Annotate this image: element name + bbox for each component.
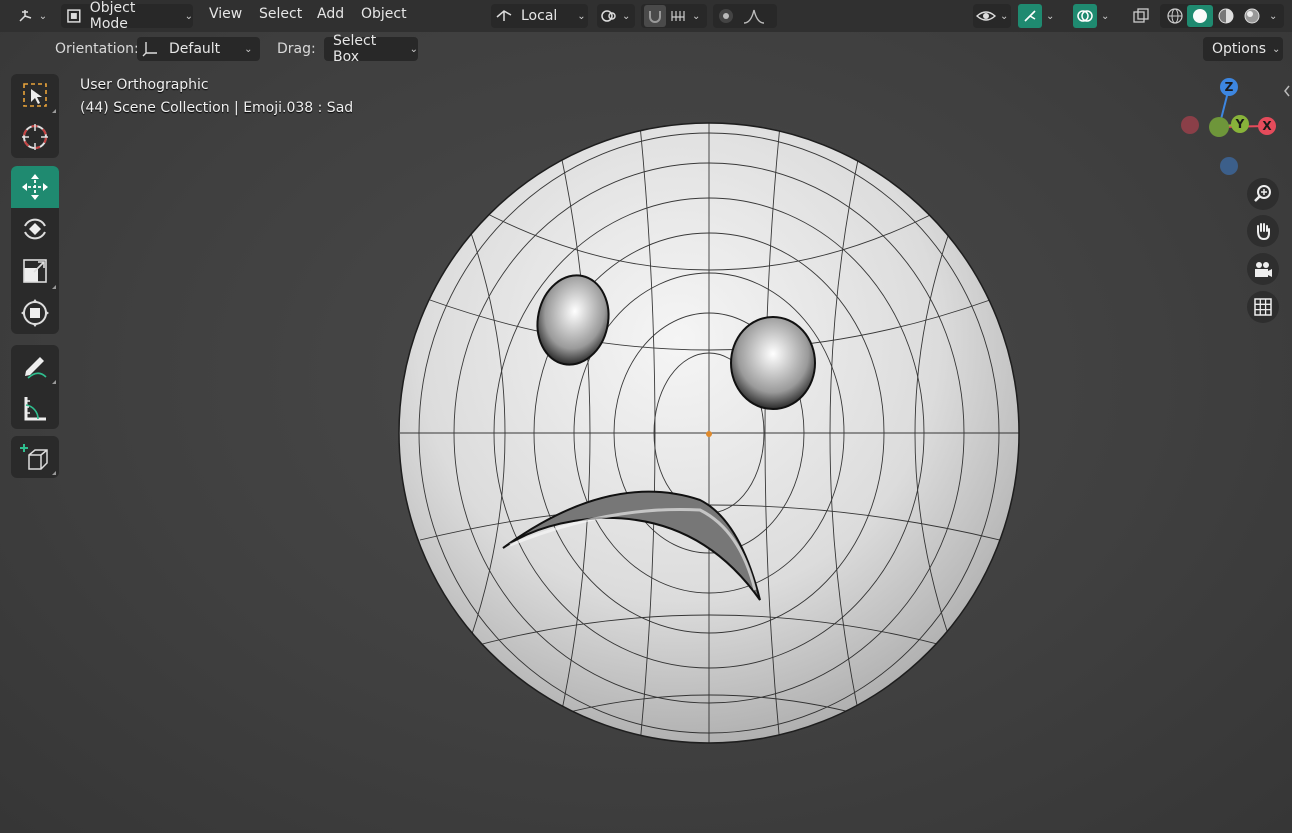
toolbar-add-group	[11, 436, 59, 478]
right-eye	[730, 316, 816, 410]
overlay-toggle[interactable]	[1073, 4, 1097, 28]
drag-dropdown[interactable]: Select Box ⌄	[324, 33, 418, 65]
add-cube-tool[interactable]	[11, 436, 59, 478]
gizmo-toggle-group[interactable]: ⌄	[1018, 4, 1064, 28]
transform-orientation-dropdown[interactable]: Local ⌄	[491, 4, 588, 28]
material-preview-icon	[1218, 8, 1234, 24]
shading-mode-group: ⌄	[1160, 4, 1284, 28]
sidebar-expand-icon[interactable]	[1282, 84, 1292, 98]
negative-x-axis[interactable]	[1181, 116, 1199, 134]
menu-add[interactable]: Add	[317, 6, 344, 26]
object-origin	[706, 431, 712, 437]
pan-button[interactable]	[1247, 215, 1279, 247]
z-axis-button[interactable]: Z	[1220, 78, 1238, 96]
gizmo-toggle[interactable]	[1018, 4, 1042, 28]
select-box-icon	[23, 83, 47, 107]
toolbar-select-group	[11, 74, 59, 158]
add-cube-icon	[20, 444, 48, 470]
pivot-point-dropdown[interactable]: ⌄	[597, 4, 635, 28]
view-name: User Orthographic	[80, 77, 209, 93]
transform-icon	[21, 299, 49, 327]
shading-solid-button[interactable]	[1187, 5, 1213, 27]
menu-view[interactable]: View	[209, 6, 242, 26]
eye-icon	[976, 11, 996, 21]
solid-shading-icon	[1193, 9, 1207, 23]
viewport-header: ⌄ Object Mode ⌄ View Select Add Object L…	[0, 0, 1292, 32]
y-axis-button[interactable]: Y	[1231, 115, 1249, 133]
xray-toggle[interactable]	[1128, 4, 1154, 28]
move-tool[interactable]	[11, 166, 59, 208]
drag-label: Drag:	[277, 41, 316, 57]
local-orientation-icon	[496, 10, 512, 21]
orientation-value: Default	[169, 41, 221, 57]
mode-label: Object Mode	[89, 0, 136, 32]
toolbar-transform-group	[11, 166, 59, 334]
3d-viewport[interactable]: User Orthographic (44) Scene Collection …	[0, 0, 1292, 833]
select-box-tool[interactable]	[11, 74, 59, 116]
hand-pan-icon	[1257, 223, 1270, 241]
cursor-tool[interactable]	[11, 116, 59, 158]
orientation-label: Orientation:	[55, 41, 139, 57]
mode-dropdown[interactable]: Object Mode ⌄	[61, 0, 193, 32]
falloff-curve-icon	[743, 9, 765, 24]
magnet-icon	[649, 11, 661, 23]
menu-object[interactable]: Object	[361, 6, 407, 26]
toggle-perspective-button[interactable]	[1247, 291, 1279, 323]
transform-tool[interactable]	[11, 292, 59, 334]
annotate-tool[interactable]	[11, 345, 59, 387]
scale-tool[interactable]	[11, 250, 59, 292]
rotate-tool[interactable]	[11, 208, 59, 250]
editor-type-button[interactable]: ⌄	[14, 4, 50, 28]
emoji-mesh[interactable]	[0, 0, 1292, 833]
options-label: Options	[1212, 41, 1267, 57]
toolbar-annotate-group	[11, 345, 59, 429]
x-axis-button[interactable]: X	[1258, 117, 1276, 135]
overlay-icon	[1077, 10, 1093, 22]
measure-tool[interactable]	[11, 387, 59, 429]
gizmo-toggle-icon	[1024, 10, 1036, 22]
wireframe-shading-icon	[1167, 8, 1183, 24]
drag-value: Select Box	[333, 33, 377, 65]
zoom-icon	[1254, 185, 1271, 202]
proportional-edit-icon	[719, 9, 733, 23]
annotate-icon	[25, 357, 47, 379]
proportional-edit-group[interactable]	[713, 4, 777, 28]
object-mode-icon	[67, 9, 81, 23]
options-dropdown[interactable]: Options ⌄	[1203, 37, 1283, 61]
snap-increment-icon	[671, 11, 685, 21]
viewport-icon	[19, 10, 32, 22]
shading-material-button[interactable]	[1213, 5, 1239, 27]
xray-icon	[1133, 8, 1149, 23]
visibility-dropdown[interactable]: ⌄	[973, 4, 1011, 28]
shading-wireframe-button[interactable]	[1163, 5, 1187, 27]
pivot-icon	[601, 10, 616, 22]
camera-view-button[interactable]	[1247, 253, 1279, 285]
rendered-shading-icon	[1244, 8, 1260, 24]
overlay-toggle-group[interactable]: ⌄	[1073, 4, 1119, 28]
shading-options-chevron[interactable]: ⌄	[1269, 11, 1277, 22]
menu-select[interactable]: Select	[259, 6, 302, 26]
rotate-icon	[24, 218, 46, 240]
shading-rendered-button[interactable]	[1239, 5, 1265, 27]
scene-info: (44) Scene Collection | Emoji.038 : Sad	[80, 100, 354, 116]
orientation-gizmo-icon	[142, 42, 157, 57]
orientation-dropdown[interactable]: Default ⌄	[137, 37, 260, 61]
cursor-3d-icon	[22, 124, 48, 150]
zoom-button[interactable]	[1247, 178, 1279, 210]
negative-z-axis[interactable]	[1220, 157, 1238, 175]
negative-y-axis[interactable]	[1209, 117, 1229, 137]
move-icon	[22, 174, 48, 200]
snapping-group[interactable]: ⌄	[641, 4, 707, 28]
snap-toggle[interactable]	[644, 5, 666, 27]
grid-icon	[1254, 298, 1272, 316]
scale-icon	[23, 259, 47, 283]
camera-icon	[1255, 262, 1272, 277]
measure-icon	[24, 397, 46, 421]
orientation-mode-label: Local	[521, 8, 558, 24]
